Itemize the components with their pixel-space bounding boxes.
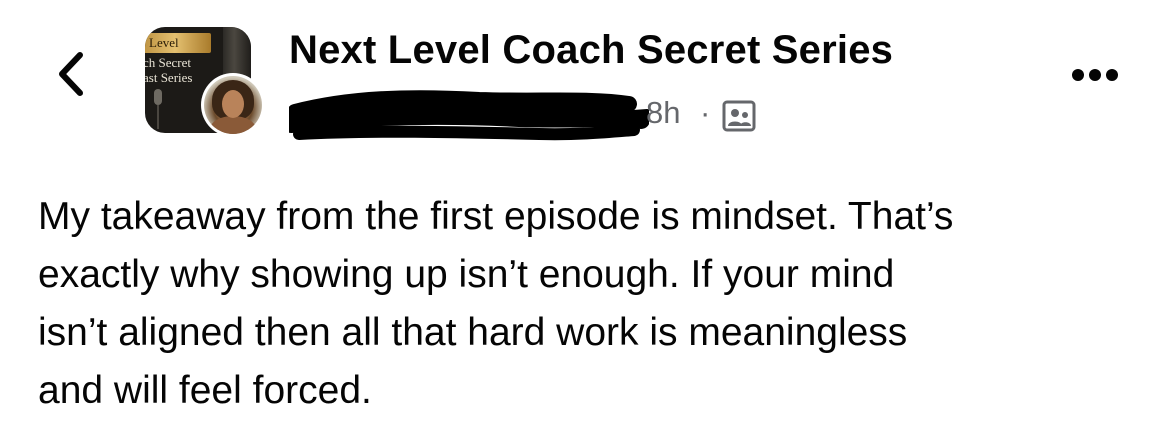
microphone-icon [154, 89, 162, 129]
post-meta-row: 8h · [289, 90, 789, 142]
user-avatar[interactable] [201, 73, 265, 137]
avatar-text-line: ch Secret [145, 55, 192, 70]
back-button[interactable] [46, 44, 96, 104]
meta-separator: · [700, 95, 711, 130]
more-options-button[interactable] [1070, 62, 1120, 88]
avatar-text-line: ast Series [145, 70, 193, 85]
avatar-shoulders [210, 116, 256, 134]
chevron-left-icon [59, 52, 83, 96]
group-name-link[interactable]: Next Level Coach Secret Series [289, 28, 893, 73]
members-only-icon[interactable] [722, 100, 756, 132]
user-avatar-photo [204, 76, 262, 134]
more-horizontal-icon [1072, 69, 1118, 81]
post-text: My takeaway from the first episode is mi… [38, 195, 954, 412]
post-timestamp[interactable]: 8h [646, 95, 680, 131]
redacted-author-name[interactable] [289, 90, 649, 142]
avatar-text-line: Level [149, 35, 179, 50]
avatar-face [222, 90, 244, 118]
post-screen: Level ch Secret ast Series Next Level Co… [0, 0, 1170, 438]
